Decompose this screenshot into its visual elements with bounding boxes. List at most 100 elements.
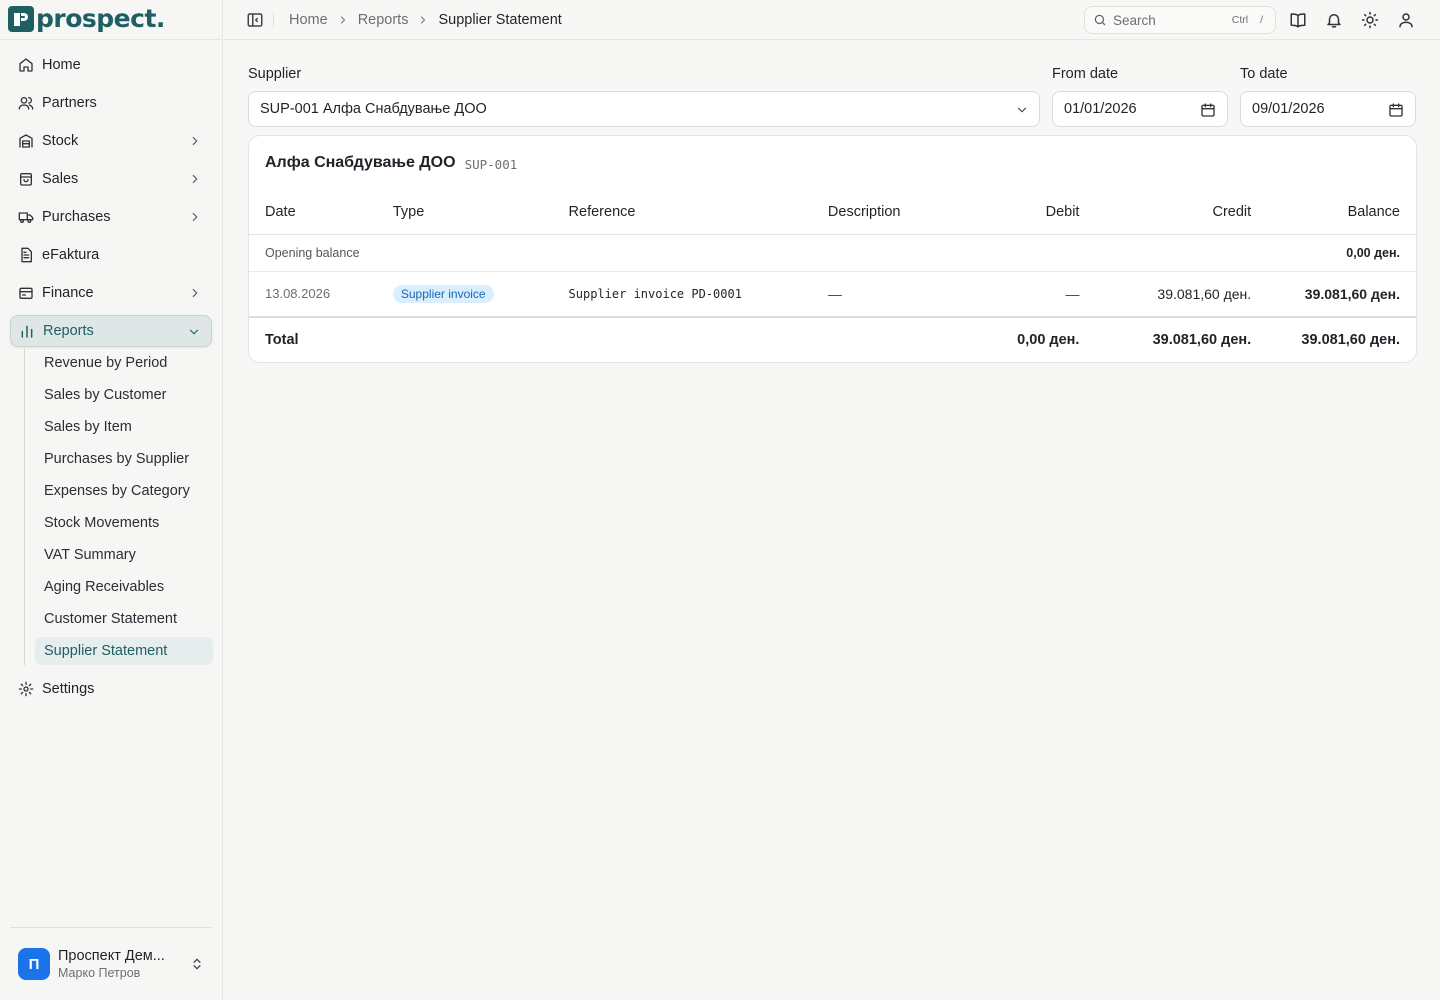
search-input[interactable]: Search Ctrl / — [1084, 6, 1276, 34]
subnav-item-sales-by-customer[interactable]: Sales by Customer — [35, 381, 213, 409]
breadcrumb: Home Reports Supplier Statement — [289, 0, 562, 40]
calendar-icon[interactable] — [1388, 102, 1404, 118]
sidebar-item-partners[interactable]: Partners — [10, 87, 212, 119]
org-switcher[interactable]: П Проспект Дем... Марко Петров — [10, 940, 212, 988]
from-date-input[interactable]: 01/01/2026 — [1052, 91, 1228, 127]
statement-title: Алфа Снабдување ДОО — [265, 154, 456, 171]
bell-icon[interactable] — [1325, 11, 1343, 29]
row-description: — — [811, 271, 972, 318]
warehouse-icon — [19, 134, 33, 148]
row-date: 13.08.2026 — [249, 271, 377, 318]
chevron-right-icon — [192, 174, 198, 184]
sidebar-toggle-icon[interactable] — [246, 11, 264, 29]
sidebar-item-label: Home — [42, 57, 81, 73]
sidebar-item-label: Finance — [42, 285, 94, 301]
calendar-icon[interactable] — [1200, 102, 1216, 118]
chevron-down-icon — [189, 329, 199, 335]
topbar: Home Reports Supplier Statement Search C… — [224, 0, 1440, 40]
wallet-icon — [19, 287, 33, 299]
column-header-date[interactable]: Date — [249, 190, 377, 235]
sidebar-item-sales[interactable]: Sales — [10, 163, 212, 195]
type-badge: Supplier invoice — [392, 284, 494, 303]
sidebar-item-label: Partners — [42, 95, 97, 111]
total-row: Total 0,00 ден. 39.081,60 ден. 39.081,60… — [249, 317, 1416, 362]
sidebar-divider — [0, 39, 222, 40]
sidebar-item-label: Settings — [42, 681, 95, 697]
sidebar-item-label: eFaktura — [42, 247, 100, 263]
total-balance: 39.081,60 ден. — [1301, 332, 1400, 348]
total-debit: 0,00 ден. — [1017, 332, 1080, 348]
supplier-select[interactable]: SUP-001 Алфа Снабдување ДОО — [248, 91, 1040, 127]
column-header-balance[interactable]: Balance — [1267, 190, 1416, 235]
logo-mark-icon — [8, 6, 34, 32]
sidebar-item-reports[interactable]: Reports — [10, 315, 212, 347]
subnav-item-aging-receivables[interactable]: Aging Receivables — [35, 573, 213, 601]
chevron-right-icon — [340, 16, 345, 24]
chevron-up-down-icon — [193, 958, 201, 970]
statement-header: Алфа Снабдување ДОО SUP-001 — [249, 136, 1416, 190]
chevron-right-icon — [192, 136, 198, 146]
column-header-credit[interactable]: Credit — [1095, 190, 1268, 235]
breadcrumb-home[interactable]: Home — [289, 12, 328, 28]
sun-icon[interactable] — [1361, 11, 1379, 29]
bar-chart-icon — [21, 325, 33, 338]
subnav-item-customer-statement[interactable]: Customer Statement — [35, 605, 213, 633]
users-icon — [18, 97, 34, 110]
row-reference[interactable]: Supplier invoice PD-0001 — [552, 271, 812, 318]
row-credit: 39.081,60 ден. — [1095, 271, 1268, 318]
column-header-description[interactable]: Description — [811, 190, 972, 235]
to-date-value: 09/01/2026 — [1252, 101, 1325, 117]
to-date-input[interactable]: 09/01/2026 — [1240, 91, 1416, 127]
truck-icon — [18, 212, 34, 223]
sidebar-nav: Home Partners Stock Sales Purchases eFak… — [10, 49, 213, 711]
sidebar-item-settings[interactable]: Settings — [10, 673, 212, 705]
row-balance: 39.081,60 ден. — [1267, 271, 1416, 318]
chevron-right-icon — [421, 16, 426, 24]
from-date-value: 01/01/2026 — [1064, 101, 1137, 117]
statement-table: Date Type Reference Description Debit Cr… — [249, 190, 1416, 362]
sidebar-item-label: Sales — [42, 171, 79, 187]
chevron-right-icon — [192, 212, 198, 222]
sidebar: prospect. Home Partners Stock Sales Purc… — [0, 0, 223, 1000]
sidebar-item-finance[interactable]: Finance — [10, 277, 212, 309]
breadcrumb-reports[interactable]: Reports — [358, 12, 409, 28]
table-row[interactable]: 13.08.2026 Supplier invoice Supplier inv… — [249, 271, 1416, 318]
org-avatar: П — [18, 948, 50, 980]
search-placeholder: Search — [1113, 12, 1156, 28]
subnav-item-vat-summary[interactable]: VAT Summary — [35, 541, 213, 569]
subnav-item-sales-by-item[interactable]: Sales by Item — [35, 413, 213, 441]
subnav-item-stock-movements[interactable]: Stock Movements — [35, 509, 213, 537]
row-debit: — — [971, 271, 1096, 318]
breadcrumb-current: Supplier Statement — [438, 12, 562, 28]
user-icon[interactable] — [1397, 11, 1415, 29]
sidebar-item-efaktura[interactable]: eFaktura — [10, 239, 212, 271]
search-icon — [1094, 14, 1106, 26]
table-header-row: Date Type Reference Description Debit Cr… — [249, 190, 1416, 235]
brand-logo[interactable]: prospect. — [8, 4, 165, 34]
sidebar-item-label: Stock — [42, 133, 79, 149]
sidebar-item-stock[interactable]: Stock — [10, 125, 212, 157]
sidebar-item-purchases[interactable]: Purchases — [10, 201, 212, 233]
row-type-cell: Supplier invoice — [376, 271, 553, 318]
subnav-item-revenue-by-period[interactable]: Revenue by Period — [35, 349, 213, 377]
to-date-label: To date — [1240, 66, 1288, 82]
subnav-item-purchases-by-supplier[interactable]: Purchases by Supplier — [35, 445, 213, 473]
org-name: Проспект Дем... — [58, 948, 165, 964]
topbar-divider — [273, 13, 274, 27]
supplier-label: Supplier — [248, 66, 302, 82]
gear-icon — [18, 681, 34, 697]
total-label: Total — [265, 332, 299, 348]
org-user-name: Марко Петров — [58, 966, 141, 980]
statement-card: Алфа Снабдување ДОО SUP-001 Date Type Re… — [248, 135, 1417, 363]
column-header-type[interactable]: Type — [376, 190, 553, 235]
column-header-debit[interactable]: Debit — [971, 190, 1096, 235]
subnav-item-supplier-statement[interactable]: Supplier Statement — [35, 637, 213, 665]
subnav-item-expenses-by-category[interactable]: Expenses by Category — [35, 477, 213, 505]
shopping-bag-icon — [20, 173, 32, 186]
total-credit: 39.081,60 ден. — [1152, 332, 1252, 348]
column-header-reference[interactable]: Reference — [552, 190, 812, 235]
book-icon[interactable] — [1289, 11, 1307, 29]
reports-subnav: Revenue by Period Sales by Customer Sale… — [24, 349, 213, 665]
home-icon — [19, 58, 33, 72]
sidebar-item-home[interactable]: Home — [10, 49, 212, 81]
